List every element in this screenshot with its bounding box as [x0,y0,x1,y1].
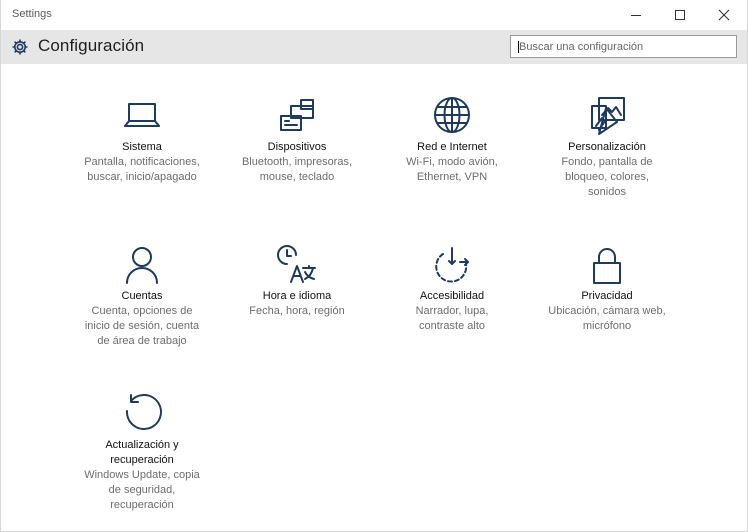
tile-description: Cuenta, opciones de [91,305,193,317]
settings-window: Settings Configuración Buscar una config… [0,0,748,532]
tile-description: Narrador, lupa, [415,305,489,317]
tile-name: Sistema [122,141,162,153]
window-title: Settings [12,8,52,20]
laptop-icon [122,96,162,136]
tile-description: Ethernet, VPN [416,171,488,183]
minimize-icon [631,15,641,16]
tile-description: de área de trabajo [97,335,187,347]
tile-name: Cuentas [121,290,163,302]
tile-hora-e-idioma[interactable]: Hora e idioma Fecha, hora, región [221,245,373,319]
title-bar[interactable]: Settings [1,0,747,30]
tile-name: Hora e idioma [262,290,332,302]
tile-description: mouse, teclado [259,171,335,183]
close-button[interactable] [702,0,746,30]
tile-sistema[interactable]: Sistema Pantalla, notificaciones, buscar… [66,96,218,185]
tile-description: Ubicación, cámara web, [548,305,666,317]
accessibility-icon [432,245,472,285]
tile-name: Actualización y [105,439,179,451]
tile-description: Windows Update, copia [84,469,200,481]
tile-red-e-internet[interactable]: Red e Internet Wi-Fi, modo avión, Ethern… [376,96,528,185]
update-icon [122,394,162,434]
tile-description: Fecha, hora, región [249,305,345,317]
tile-description: Wi-Fi, modo avión, [406,156,498,168]
tile-description: micrófono [582,320,632,332]
maximize-icon [675,10,685,20]
tile-description: de seguridad, [108,484,176,496]
tile-description: Fondo, pantalla de [561,156,653,168]
settings-header: Configuración [1,30,747,64]
tile-description: sonidos [588,186,626,198]
page-title: Configuración [38,36,145,55]
personalization-icon [587,96,627,136]
tile-description: bloqueo, colores, [565,171,649,183]
tile-name: Privacidad [581,290,633,302]
tile-description: recuperación [110,499,174,511]
tile-accesibilidad[interactable]: Accesibilidad Narrador, lupa, contraste … [376,245,528,334]
tile-description: Pantalla, notificaciones, [84,156,200,168]
search-box[interactable] [510,35,737,58]
tile-description: buscar, inicio/apagado [87,171,197,183]
tile-privacidad[interactable]: Privacidad Ubicación, cámara web, micróf… [531,245,683,334]
tile-name: Red e Internet [417,141,487,153]
time-language-icon [277,245,317,285]
tile-description: contraste alto [418,320,486,332]
tile-description: inicio de sesión, cuenta [84,320,200,332]
close-icon [718,9,730,21]
tile-cuentas[interactable]: Cuentas Cuenta, opciones de inicio de se… [66,245,218,349]
globe-icon [432,96,472,136]
text-caret [518,41,519,53]
tile-name: Dispositivos [267,141,327,153]
tile-description: Bluetooth, impresoras, [241,156,353,168]
search-input[interactable] [511,36,736,57]
tile-actualizacion-y-recuperacion[interactable]: Actualización y recuperación Windows Upd… [66,394,218,513]
devices-icon [277,96,317,136]
tile-name: Accesibilidad [419,290,485,302]
tile-dispositivos[interactable]: Dispositivos Bluetooth, impresoras, mous… [221,96,373,185]
minimize-button[interactable] [614,0,658,30]
tile-name: recuperación [110,454,174,466]
maximize-button[interactable] [658,0,702,30]
tile-name: Personalización [568,141,646,153]
gear-icon [12,39,28,55]
person-icon [122,245,162,285]
lock-icon [587,245,627,285]
tile-personalizacion[interactable]: Personalización Fondo, pantalla de bloqu… [531,96,683,200]
